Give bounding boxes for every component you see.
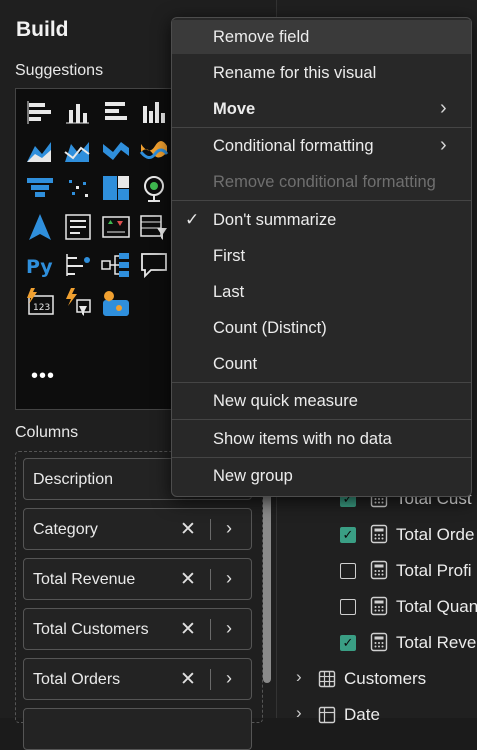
field-label: Total Customers [33,621,149,638]
menu-item-show-items-no-data[interactable]: Show items with no data [172,422,471,456]
divider [210,669,211,690]
data-field-row[interactable]: Total Profi [276,556,477,586]
date-table-icon [318,706,336,724]
menu-item-new-group[interactable]: New group [172,459,471,493]
field-pill[interactable]: Total Customers ✕ › [23,608,252,650]
field-label: Description [33,471,114,488]
chevron-right-icon[interactable]: › [226,518,232,539]
calculator-icon [370,596,388,616]
submenu-chevron-icon: › [440,97,447,119]
field-label: Total Revenue [33,571,136,588]
data-field-label: Total Reve [396,633,477,652]
slicer-icon[interactable] [137,210,175,248]
field-label: Category [33,521,98,538]
azure-map-icon[interactable] [23,210,61,248]
menu-separator [172,127,471,128]
data-field-label: Total Orde [396,525,475,544]
data-field-row[interactable]: Total Quan [276,592,477,622]
menu-item-new-quick-measure[interactable]: New quick measure [172,384,471,418]
more-visuals-button[interactable]: ••• [31,365,55,388]
table-node-date[interactable]: › Date [276,700,477,730]
expand-chevron-icon[interactable]: › [296,667,302,687]
calculator-icon [370,560,388,580]
svg-text:Py: Py [26,256,53,278]
menu-separator [172,419,471,420]
funnel-chart-icon[interactable] [23,172,61,210]
ribbon-chart-icon[interactable] [99,134,137,172]
field-checkbox[interactable] [340,563,356,579]
field-checkbox[interactable]: ✓ [340,527,356,543]
menu-item-remove-conditional-formatting: Remove conditional formatting [213,173,436,191]
treemap-icon[interactable] [99,172,137,210]
menu-separator [172,382,471,383]
table-label: Date [344,705,380,724]
data-field-row[interactable]: ✓ Total Reve [276,628,477,658]
data-field-row[interactable]: ✓ Total Orde [276,520,477,550]
map-icon[interactable] [137,172,175,210]
waterfall-chart-icon[interactable] [137,134,175,172]
menu-separator [172,200,471,201]
menu-item-count[interactable]: Count [172,347,471,381]
field-context-menu: Remove field Rename for this visual Move… [171,17,472,497]
power-automate-icon[interactable] [99,286,137,324]
stacked-column-chart-icon[interactable] [61,96,99,134]
stacked-area-chart-icon[interactable] [61,134,99,172]
columns-label: Columns [15,424,79,441]
divider [210,519,211,540]
table-node-customers[interactable]: › Customers [276,664,477,694]
checkmark-icon: ✓ [185,210,200,229]
expand-chevron-icon[interactable]: › [296,703,302,723]
menu-item-conditional-formatting[interactable]: Conditional formatting › [172,129,471,163]
divider [210,619,211,640]
area-chart-icon[interactable] [23,134,61,172]
field-pill[interactable]: Total Orders ✕ › [23,658,252,700]
remove-field-icon[interactable]: ✕ [180,618,196,641]
submenu-chevron-icon: › [440,134,447,156]
remove-field-icon[interactable]: ✕ [180,668,196,691]
suggestions-label: Suggestions [15,62,104,79]
menu-separator [172,457,471,458]
python-visual-icon[interactable]: Py [23,248,61,286]
menu-item-move[interactable]: Move › [172,92,471,126]
build-title: Build [16,18,69,41]
smart-narrative-icon[interactable]: 123 [23,286,61,324]
calculator-icon [370,524,388,544]
field-pill[interactable]: Category ✕ › [23,508,252,550]
menu-item-rename[interactable]: Rename for this visual [172,56,471,90]
chevron-right-icon[interactable]: › [226,618,232,639]
table-label: Customers [344,669,427,688]
stacked-bar-chart-icon[interactable] [23,96,61,134]
scatter-chart-icon[interactable] [61,172,99,210]
menu-item-last[interactable]: Last [172,275,471,309]
remove-field-icon[interactable]: ✕ [180,518,196,541]
data-field-label: Total Profi [396,561,472,580]
divider [210,569,211,590]
field-label: Total Orders [33,671,121,688]
svg-text:123: 123 [33,303,50,313]
clustered-column-chart-icon[interactable] [137,96,175,134]
kpi-icon[interactable] [99,210,137,248]
remove-field-icon[interactable]: ✕ [180,568,196,591]
calculator-icon [370,632,388,652]
chevron-right-icon[interactable]: › [226,568,232,589]
power-apps-icon[interactable] [61,286,99,324]
menu-item-count-distinct[interactable]: Count (Distinct) [172,311,471,345]
menu-item-first[interactable]: First [172,239,471,273]
qa-icon[interactable] [137,248,175,286]
field-pill[interactable] [23,708,252,750]
field-checkbox[interactable] [340,599,356,615]
chevron-right-icon[interactable]: › [226,668,232,689]
menu-item-dont-summarize[interactable]: ✓ Don't summarize [172,203,471,237]
data-field-label: Total Quan [396,597,477,616]
key-influencers-icon[interactable] [61,248,99,286]
decomposition-tree-icon[interactable] [99,248,137,286]
card-icon[interactable] [61,210,99,248]
menu-item-remove-field[interactable]: Remove field [172,20,471,54]
clustered-bar-chart-icon[interactable] [99,96,137,134]
table-icon [318,670,336,688]
field-pill[interactable]: Total Revenue ✕ › [23,558,252,600]
field-checkbox[interactable]: ✓ [340,635,356,651]
